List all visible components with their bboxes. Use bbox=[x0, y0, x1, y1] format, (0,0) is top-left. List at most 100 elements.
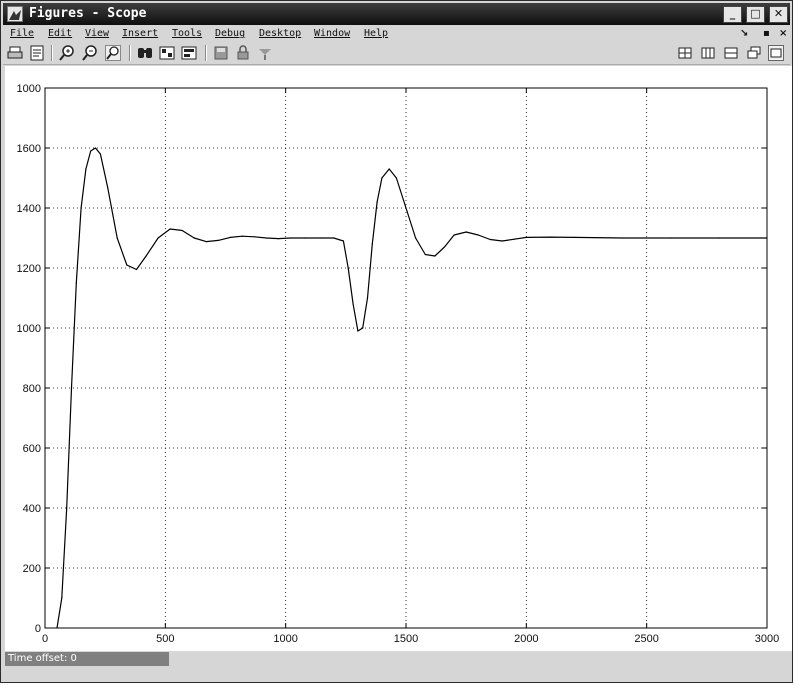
y-tick-label: 1400 bbox=[17, 203, 41, 215]
data-point bbox=[241, 235, 243, 237]
menu-bar: File Edit View Insert Tools Debug Deskto… bbox=[3, 26, 790, 42]
data-point bbox=[381, 177, 383, 179]
data-point bbox=[443, 246, 446, 248]
title-bar[interactable]: Figures - Scope _ □ ✕ bbox=[3, 3, 790, 25]
lock-icon[interactable] bbox=[235, 45, 251, 61]
x-tick-label: 500 bbox=[156, 633, 174, 645]
data-point bbox=[145, 255, 147, 257]
zoom-x-icon[interactable] bbox=[105, 45, 121, 61]
data-point bbox=[342, 240, 345, 242]
undock-icon[interactable] bbox=[746, 45, 762, 61]
time-offset-label: Time offset: 0 bbox=[5, 652, 169, 666]
toolbar-separator bbox=[129, 45, 131, 61]
data-point bbox=[549, 236, 552, 238]
data-point bbox=[94, 147, 97, 149]
data-point bbox=[670, 237, 672, 239]
toolbar bbox=[3, 42, 790, 65]
layout-grid-icon[interactable] bbox=[677, 45, 693, 61]
zoom-in-icon[interactable] bbox=[59, 45, 75, 61]
menu-window[interactable]: Window bbox=[314, 27, 350, 41]
scope-chart: 0 500 1000 1500 2000 2500 3000 0 200 400 600 800 100… bbox=[17, 83, 780, 645]
window-icon[interactable] bbox=[768, 45, 784, 61]
data-point bbox=[126, 264, 128, 266]
data-point bbox=[333, 237, 335, 239]
matlab-logo-icon bbox=[7, 6, 23, 22]
menu-edit[interactable]: Edit bbox=[48, 27, 72, 41]
x-tick-label: 1000 bbox=[273, 633, 297, 645]
x-tick-label: 2000 bbox=[514, 633, 538, 645]
close-button[interactable]: ✕ bbox=[769, 6, 788, 23]
x-tick-label: 3000 bbox=[755, 633, 779, 645]
y-tick-label: 1200 bbox=[17, 263, 41, 275]
data-point bbox=[205, 241, 207, 243]
print-preview-icon[interactable] bbox=[29, 45, 45, 61]
data-point bbox=[181, 229, 183, 232]
dock-arrow-icon[interactable]: ↘ bbox=[740, 27, 748, 41]
data-point bbox=[217, 239, 219, 241]
find-icon[interactable] bbox=[137, 45, 153, 61]
data-point bbox=[501, 240, 503, 242]
menu-file[interactable]: File bbox=[10, 27, 34, 41]
menu-view[interactable]: View bbox=[85, 27, 109, 41]
float-icon[interactable] bbox=[257, 45, 273, 61]
data-point bbox=[253, 236, 255, 238]
params-icon[interactable] bbox=[181, 45, 197, 61]
restore-icon[interactable]: ▪ bbox=[763, 27, 770, 41]
y-tick-label: 1000 bbox=[17, 323, 41, 335]
data-point bbox=[265, 237, 268, 239]
data-point bbox=[622, 237, 624, 239]
plot-area: 0 500 1000 1500 2000 2500 3000 0 200 400 600 800 100… bbox=[5, 66, 792, 651]
window-title: Figures - Scope bbox=[29, 6, 147, 21]
data-point bbox=[371, 243, 373, 245]
data-point bbox=[277, 238, 280, 240]
data-point bbox=[525, 236, 527, 238]
data-point bbox=[106, 186, 109, 188]
menu-insert[interactable]: Insert bbox=[122, 27, 158, 41]
data-point bbox=[477, 234, 479, 236]
menu-desktop[interactable]: Desktop bbox=[259, 27, 301, 41]
zoom-out-icon[interactable] bbox=[82, 45, 98, 61]
y-tick-label: 200 bbox=[23, 563, 41, 575]
data-point bbox=[85, 168, 87, 170]
print-icon[interactable] bbox=[7, 45, 23, 61]
menu-help[interactable]: Help bbox=[364, 27, 388, 41]
data-point bbox=[573, 236, 576, 238]
data-point bbox=[362, 327, 364, 329]
data-point bbox=[718, 237, 720, 239]
y-tick-label: 1600 bbox=[17, 143, 41, 155]
y-tick-label: 800 bbox=[23, 383, 41, 395]
minimize-button[interactable]: _ bbox=[723, 6, 742, 23]
data-point bbox=[135, 268, 138, 271]
toolbar-separator bbox=[51, 45, 53, 61]
data-point bbox=[395, 177, 397, 179]
data-point bbox=[80, 207, 82, 209]
data-point bbox=[99, 153, 101, 155]
menu-tools[interactable]: Tools bbox=[172, 27, 202, 41]
data-point bbox=[157, 237, 159, 239]
x-tick-label: 1500 bbox=[394, 633, 418, 645]
toolbar-separator bbox=[205, 45, 207, 61]
data-point bbox=[193, 237, 195, 239]
copy-icon[interactable] bbox=[159, 45, 175, 61]
data-point bbox=[347, 267, 349, 269]
y-tick-label: 600 bbox=[23, 443, 41, 455]
data-point bbox=[376, 201, 378, 203]
data-point bbox=[66, 507, 68, 509]
data-point bbox=[415, 237, 417, 239]
data-point bbox=[169, 228, 171, 230]
save-icon[interactable] bbox=[213, 45, 229, 61]
close-doc-icon[interactable]: × bbox=[779, 27, 787, 41]
data-point bbox=[405, 207, 407, 209]
data-point bbox=[489, 238, 491, 241]
data-point bbox=[766, 237, 768, 239]
data-point bbox=[304, 237, 306, 239]
data-point bbox=[357, 330, 359, 332]
menu-debug[interactable]: Debug bbox=[215, 27, 245, 41]
maximize-button[interactable]: □ bbox=[746, 6, 765, 23]
layout-columns-icon[interactable] bbox=[700, 45, 716, 61]
x-tick-label: 2500 bbox=[634, 633, 658, 645]
data-point bbox=[388, 168, 390, 170]
x-tick-label: 0 bbox=[42, 633, 48, 645]
data-point bbox=[90, 150, 92, 152]
layout-rows-icon[interactable] bbox=[723, 45, 739, 61]
